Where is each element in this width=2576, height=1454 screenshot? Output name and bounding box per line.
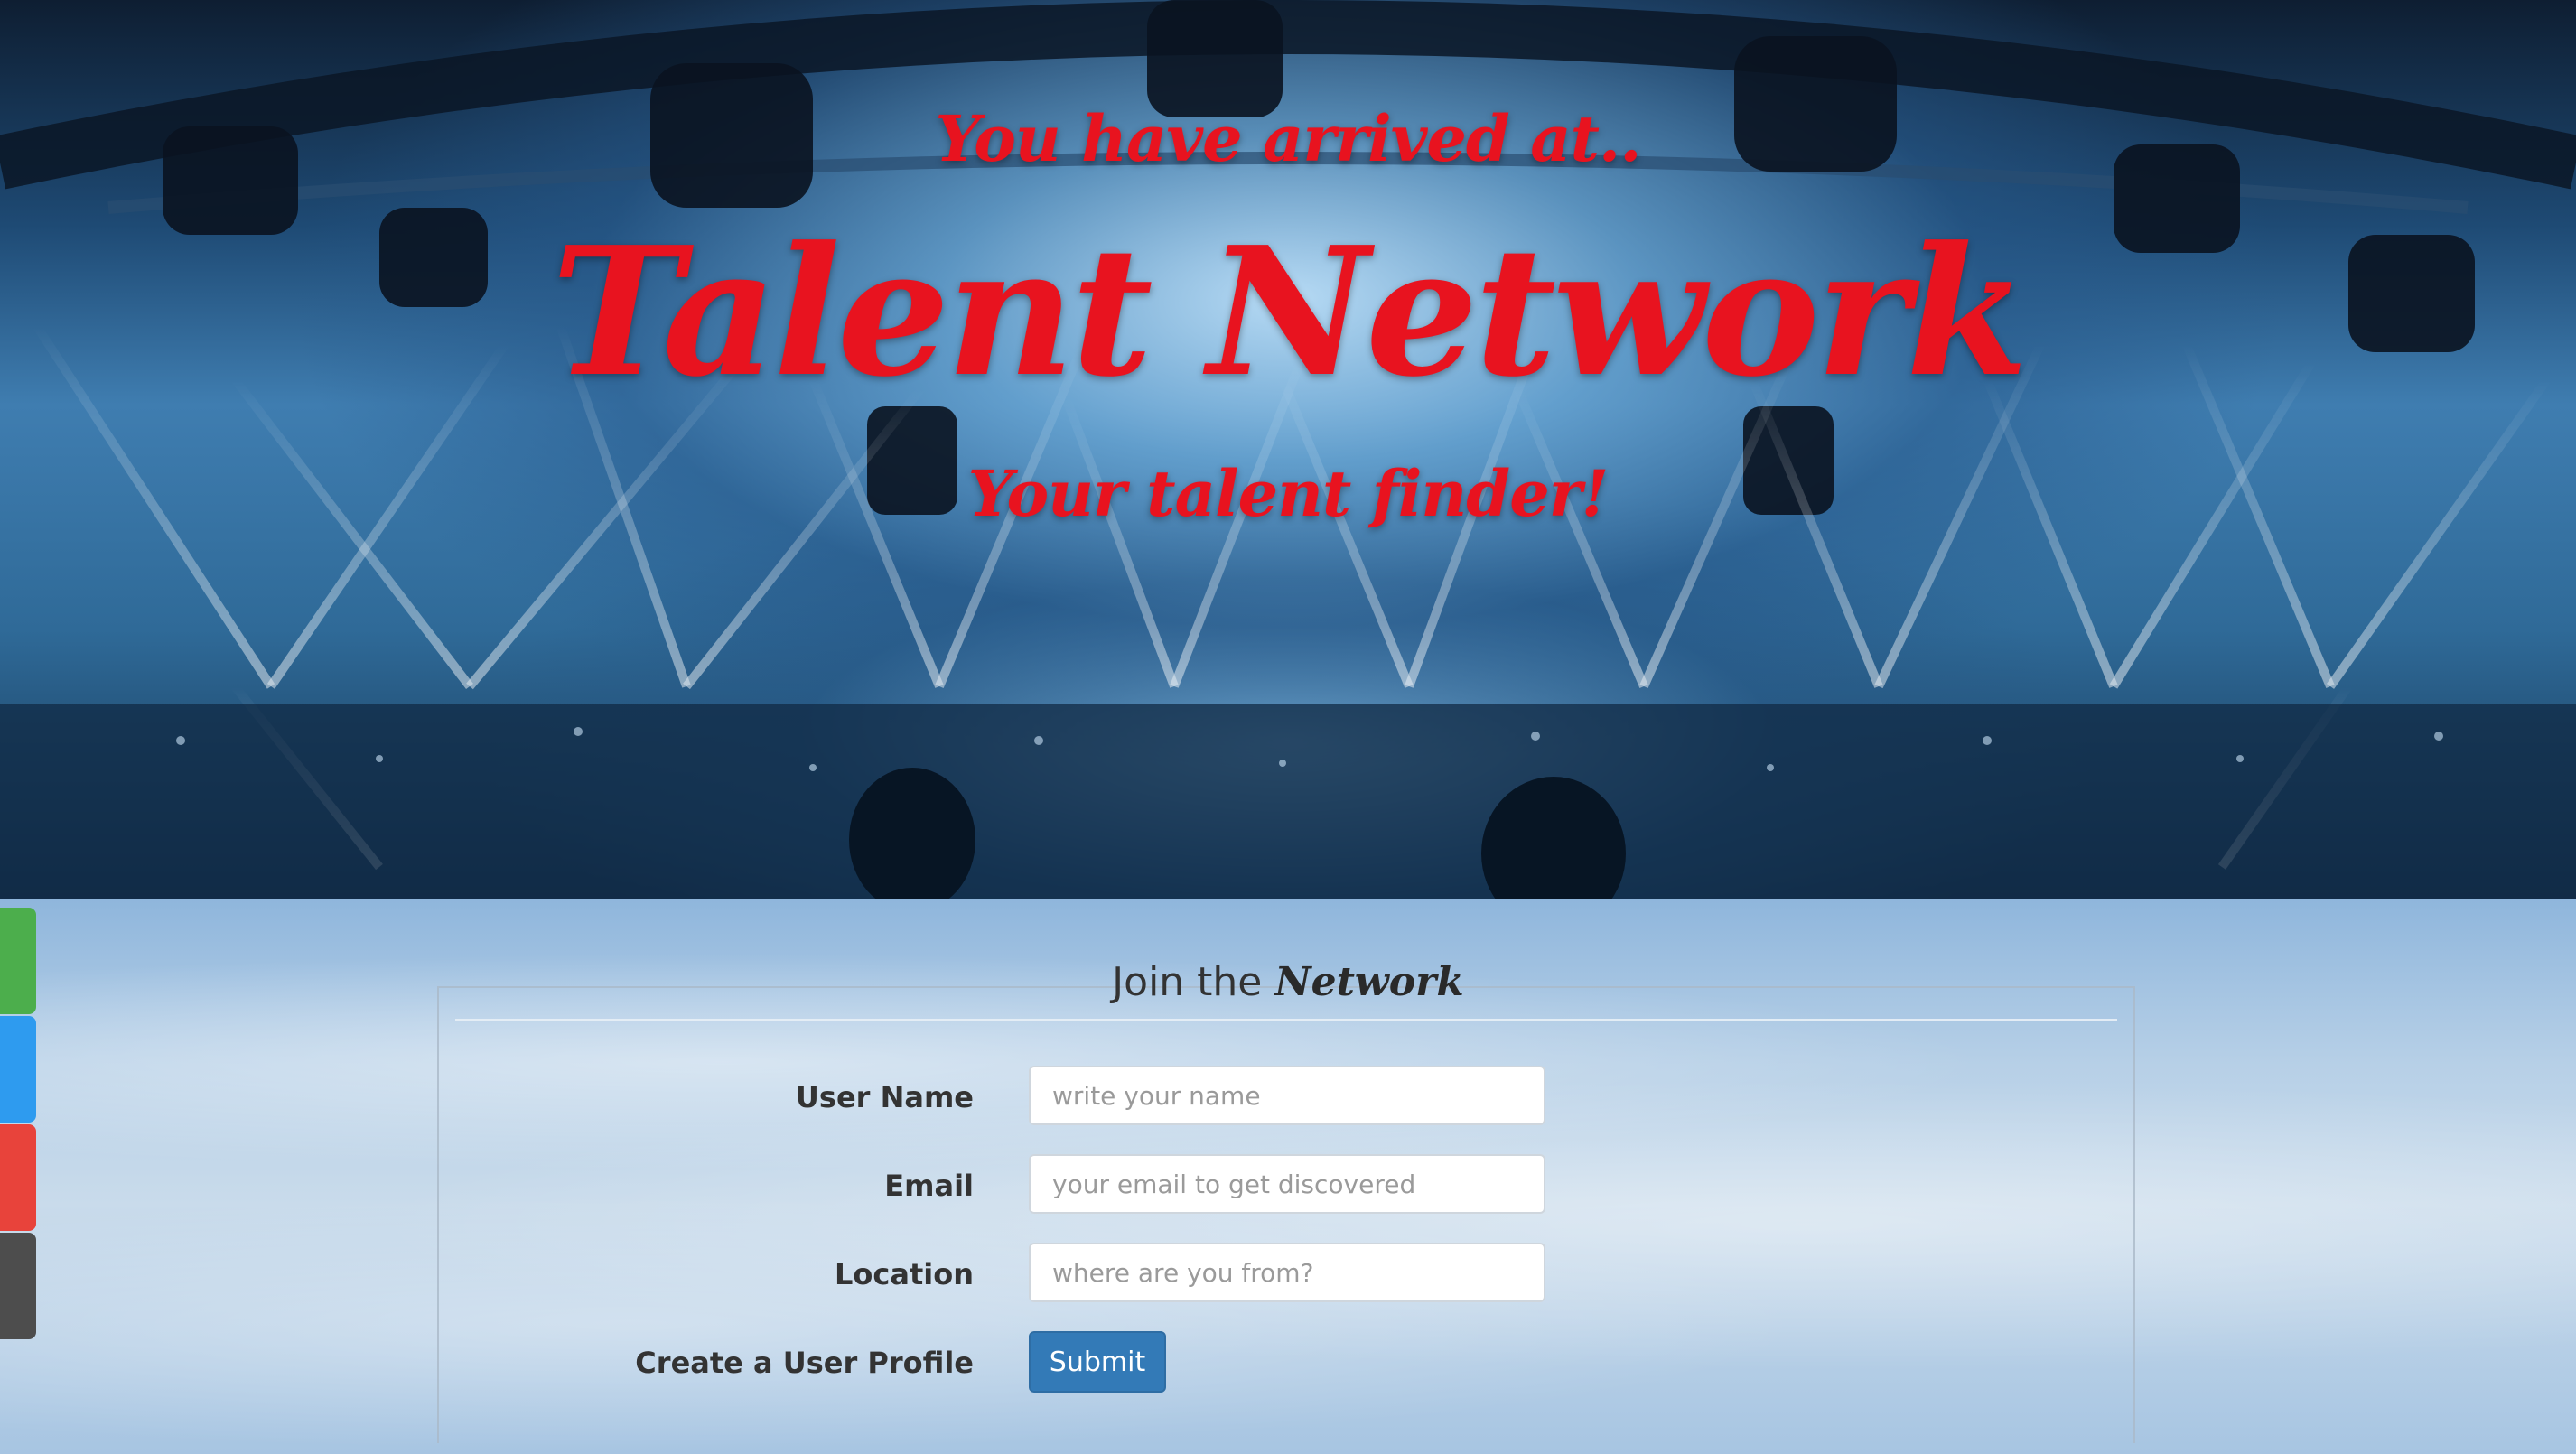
page: You have arrived at.. Talent Network You… xyxy=(0,0,2576,1454)
social-tab-red[interactable] xyxy=(0,1124,36,1231)
form-heading-brand: Network xyxy=(1274,959,1464,1005)
email-label: Email xyxy=(884,1169,974,1203)
hero-tagline: Your talent finder! xyxy=(967,456,1610,531)
form-heading-prefix: Join the xyxy=(1112,959,1263,1005)
social-tab-dark[interactable] xyxy=(0,1233,36,1339)
hero-pretitle: You have arrived at.. xyxy=(935,101,1641,176)
hero-title: Talent Network xyxy=(551,209,2028,416)
form-heading: Join the Network xyxy=(0,959,2576,1005)
hero-banner: You have arrived at.. Talent Network You… xyxy=(0,0,2576,899)
location-label: Location xyxy=(835,1257,974,1291)
username-label: User Name xyxy=(795,1080,974,1114)
username-input[interactable] xyxy=(1029,1066,1545,1125)
form-divider xyxy=(455,1019,2117,1021)
email-input[interactable] xyxy=(1029,1154,1545,1214)
submit-button[interactable]: Submit xyxy=(1029,1331,1166,1393)
social-tab-blue[interactable] xyxy=(0,1016,36,1123)
location-input[interactable] xyxy=(1029,1243,1545,1302)
create-profile-label: Create a User Profile xyxy=(635,1346,974,1380)
